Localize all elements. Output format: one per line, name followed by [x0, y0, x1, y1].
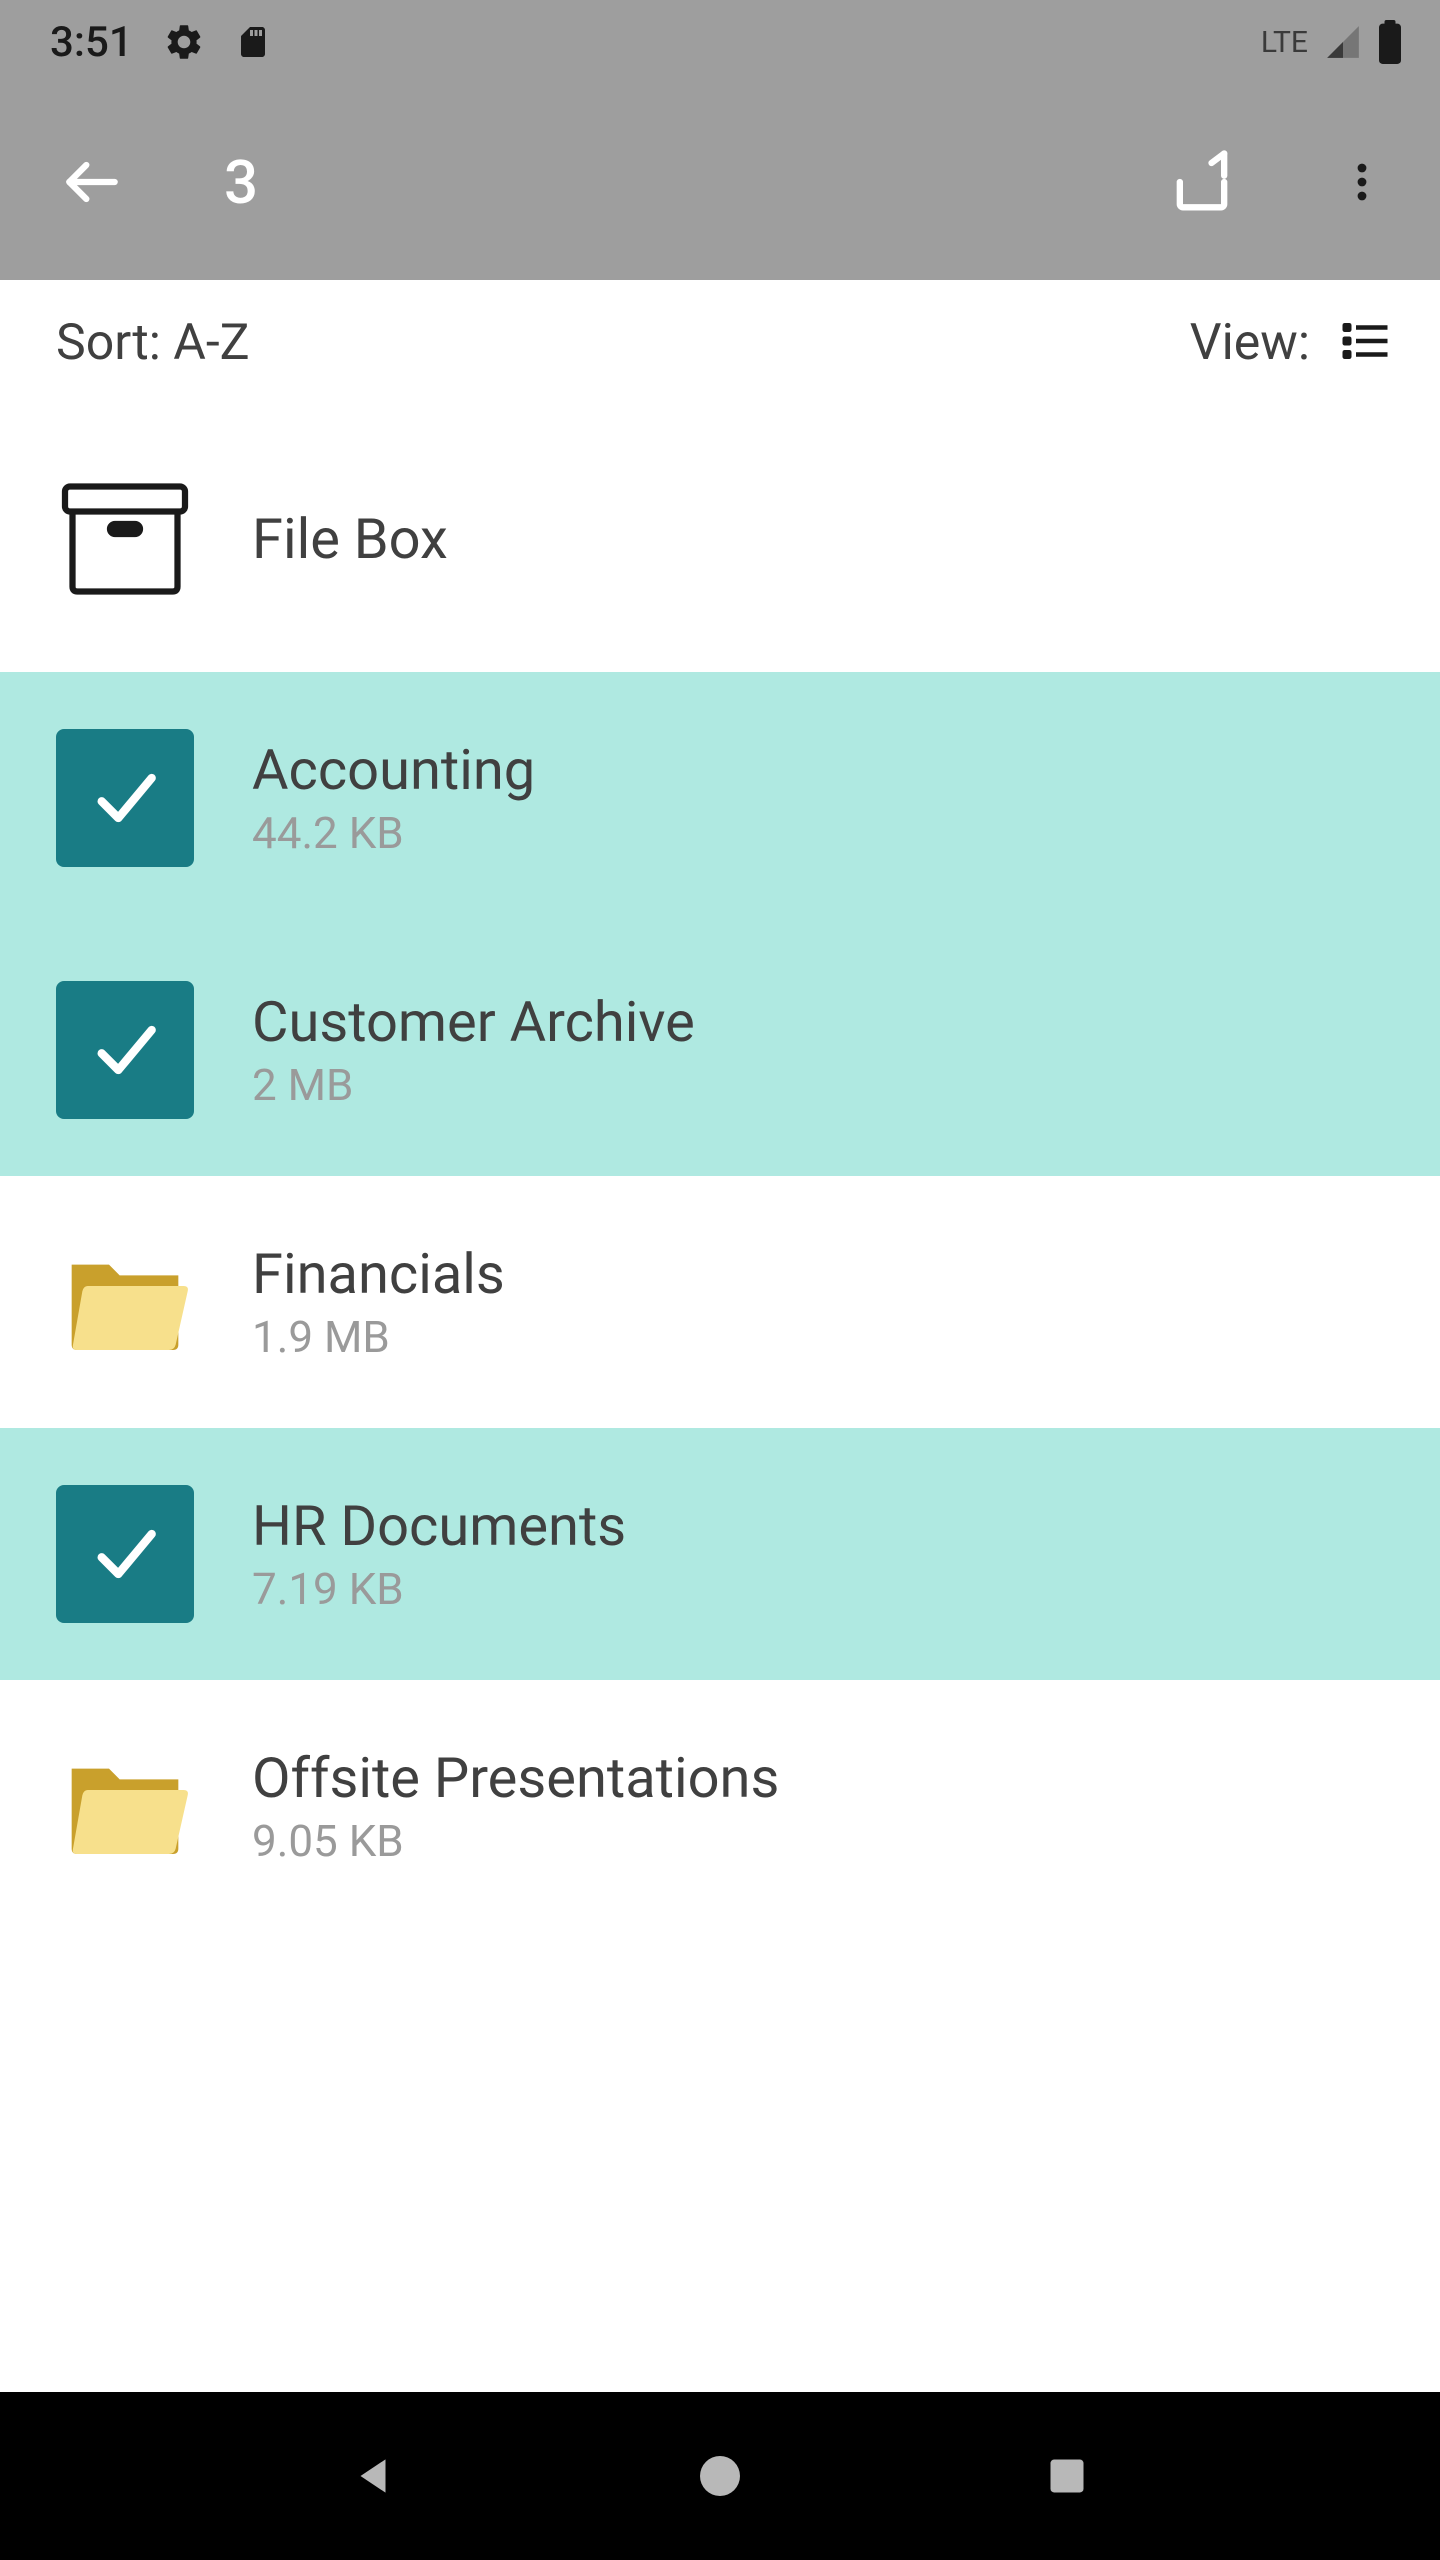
view-label: View: — [1190, 314, 1310, 372]
more-options-button[interactable] — [1322, 142, 1402, 222]
signal-icon — [1324, 23, 1362, 61]
item-name-label: HR Documents — [252, 1493, 626, 1559]
item-size-label: 7.19 KB — [252, 1563, 626, 1615]
status-time: 3:51 — [50, 18, 133, 67]
folder-icon — [56, 1233, 194, 1371]
item-text: HR Documents 7.19 KB — [252, 1493, 626, 1615]
item-text: Accounting 44.2 KB — [252, 737, 535, 859]
battery-icon — [1378, 20, 1402, 64]
item-name-label: Financials — [252, 1241, 505, 1307]
status-right: LTE — [1261, 20, 1402, 64]
item-text: Financials 1.9 MB — [252, 1241, 505, 1363]
checkbox-selected[interactable] — [56, 1485, 194, 1623]
item-name-label: Accounting — [252, 737, 535, 803]
item-name-label: File Box — [252, 506, 448, 572]
list-item-folder[interactable]: Offsite Presentations 9.05 KB — [0, 1680, 1440, 1932]
item-text: Offsite Presentations 9.05 KB — [252, 1745, 779, 1867]
checkbox-selected[interactable] — [56, 981, 194, 1119]
app-bar-actions — [1162, 142, 1402, 222]
item-size-label: 2 MB — [252, 1059, 695, 1111]
list-item-folder[interactable]: Accounting 44.2 KB — [0, 672, 1440, 924]
share-button[interactable] — [1162, 142, 1242, 222]
file-list: File Box Accounting 44.2 KB Customer Arc… — [0, 406, 1440, 1932]
lte-indicator: LTE — [1261, 25, 1308, 60]
folder-icon — [56, 1737, 194, 1875]
settings-gear-icon — [163, 21, 205, 63]
app-bar: 3 — [0, 84, 1440, 280]
item-size-label: 44.2 KB — [252, 807, 535, 859]
item-size-label: 9.05 KB — [252, 1815, 779, 1867]
back-button[interactable] — [52, 142, 132, 222]
selection-count: 3 — [224, 147, 1162, 218]
item-text: File Box — [252, 506, 448, 572]
checkbox-selected[interactable] — [56, 729, 194, 867]
item-name-label: Customer Archive — [252, 989, 695, 1055]
list-item-folder[interactable]: HR Documents 7.19 KB — [0, 1428, 1440, 1680]
list-item-folder[interactable]: Customer Archive 2 MB — [0, 924, 1440, 1176]
list-item-folder[interactable]: Financials 1.9 MB — [0, 1176, 1440, 1428]
nav-recent-button[interactable] — [1027, 2436, 1107, 2516]
view-list-icon[interactable] — [1338, 314, 1392, 372]
sort-button[interactable]: Sort: A-Z — [56, 314, 250, 372]
list-item-filebox[interactable]: File Box — [0, 406, 1440, 672]
nav-back-button[interactable] — [333, 2436, 413, 2516]
sort-view-bar: Sort: A-Z View: — [0, 280, 1440, 406]
view-group: View: — [1190, 314, 1392, 372]
filebox-icon — [56, 470, 194, 608]
item-text: Customer Archive 2 MB — [252, 989, 695, 1111]
sd-card-icon — [235, 20, 271, 64]
status-bar: 3:51 LTE — [0, 0, 1440, 84]
item-size-label: 1.9 MB — [252, 1311, 505, 1363]
system-nav-bar — [0, 2392, 1440, 2560]
nav-home-button[interactable] — [680, 2436, 760, 2516]
item-name-label: Offsite Presentations — [252, 1745, 779, 1811]
status-left: 3:51 — [50, 18, 271, 67]
